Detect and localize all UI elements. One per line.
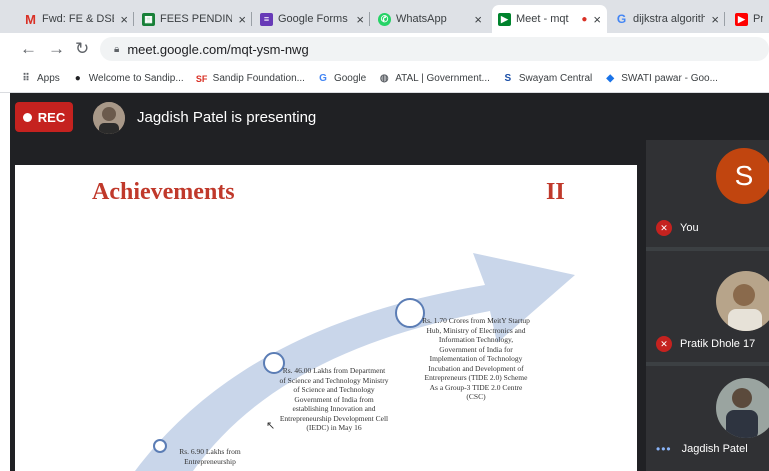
url-text: meet.google.com/mqt-ysm-nwg bbox=[127, 41, 309, 57]
back-icon[interactable]: ← bbox=[20, 39, 37, 59]
left-edge-window bbox=[0, 93, 10, 471]
tab-title: Google Forms bbox=[278, 13, 348, 25]
achievement-item: Rs. 6.90 Lakhs from Entrepreneurship bbox=[179, 447, 241, 466]
tab-title: FEES PENDING bbox=[160, 13, 233, 25]
participant-name: ✕ Pratik Dhole 17 bbox=[656, 336, 755, 352]
bookmarks-bar: ⠿ Apps ● Welcome to Sandip... SF Sandip … bbox=[0, 65, 769, 93]
close-icon[interactable]: × bbox=[356, 12, 364, 27]
reload-icon[interactable]: ↻ bbox=[75, 39, 89, 59]
close-icon[interactable]: × bbox=[593, 12, 601, 27]
bookmark-sandip-foundation[interactable]: SF Sandip Foundation... bbox=[196, 73, 305, 85]
participant-tile-you[interactable]: S ✕ You bbox=[646, 140, 769, 247]
bookmark-apps[interactable]: ⠿ Apps bbox=[20, 73, 59, 85]
avatar bbox=[716, 378, 769, 438]
tab-title: WhatsApp bbox=[396, 13, 447, 25]
slide-title: Achievements bbox=[92, 179, 235, 205]
presentation-slide: Achievements II Rs. 1.70 Crores from Mei… bbox=[15, 165, 637, 471]
participant-name: ✕ You bbox=[656, 220, 699, 236]
avatar bbox=[716, 271, 769, 331]
google-icon: G bbox=[319, 73, 327, 84]
record-dot-icon bbox=[22, 112, 32, 122]
swayam-icon: S bbox=[504, 73, 512, 84]
apps-grid-icon: ⠿ bbox=[22, 73, 30, 84]
close-icon[interactable]: × bbox=[238, 12, 246, 27]
tab-whatsapp[interactable]: ✆ WhatsApp × bbox=[372, 5, 488, 33]
browser-chrome: M Fwd: FE & DSE × ▦ FEES PENDING × ≡ Goo… bbox=[0, 0, 769, 93]
tab-forms[interactable]: ≡ Google Forms × bbox=[254, 5, 370, 33]
avatar bbox=[93, 102, 125, 134]
atal-icon: ◍ bbox=[379, 73, 389, 84]
tab-meet[interactable]: ▶ Meet - mqt ● × bbox=[492, 5, 607, 33]
close-icon[interactable]: × bbox=[711, 12, 719, 27]
gmail-icon: M bbox=[25, 11, 36, 27]
more-dots-icon: ••• bbox=[656, 442, 672, 456]
youtube-icon: ▶ bbox=[735, 12, 748, 26]
tab-fees[interactable]: ▦ FEES PENDING × bbox=[136, 5, 252, 33]
close-icon[interactable]: × bbox=[120, 12, 128, 27]
achievement-item: Rs. 46.00 Lakhs from Department of Scien… bbox=[279, 366, 389, 432]
meet-window: REC Jagdish Patel is presenting Achievem… bbox=[10, 93, 769, 471]
tab-title: Fwd: FE & DSE bbox=[42, 13, 115, 25]
forms-icon: ≡ bbox=[260, 12, 273, 26]
achievement-item: Rs. 1.70 Crores from MeitY Startup Hub, … bbox=[422, 316, 530, 401]
tab-title: Meet - mqt bbox=[516, 13, 569, 25]
milestone-circle bbox=[153, 439, 167, 453]
participant-tile-pratik[interactable]: ✕ Pratik Dhole 17 bbox=[646, 251, 769, 362]
close-icon[interactable]: × bbox=[474, 12, 482, 27]
recording-badge: REC bbox=[15, 102, 73, 132]
participant-name: ••• Jagdish Patel bbox=[656, 442, 748, 456]
google-icon: G bbox=[616, 12, 627, 26]
tab-strip: M Fwd: FE & DSE × ▦ FEES PENDING × ≡ Goo… bbox=[0, 0, 769, 33]
meet-icon: ▶ bbox=[498, 12, 511, 26]
participant-tile-jagdish[interactable]: ••• Jagdish Patel bbox=[646, 366, 769, 471]
forward-icon[interactable]: → bbox=[48, 39, 65, 59]
tab-title: dijkstra algorithm bbox=[633, 13, 706, 25]
bookmark-google[interactable]: G Google bbox=[317, 73, 366, 85]
bookmark-swati[interactable]: ◆ SWATI pawar - Goo... bbox=[604, 73, 718, 85]
avatar: S bbox=[716, 148, 769, 204]
slide-number: II bbox=[546, 179, 565, 205]
toolbar: ← → ↻ 🔒︎ meet.google.com/mqt-ysm-nwg bbox=[0, 33, 769, 65]
presenter-label: Jagdish Patel is presenting bbox=[137, 109, 317, 126]
address-bar[interactable]: 🔒︎ meet.google.com/mqt-ysm-nwg bbox=[100, 37, 769, 61]
mic-off-icon: ✕ bbox=[656, 336, 672, 352]
lock-icon: 🔒︎ bbox=[114, 43, 120, 55]
tab-youtube[interactable]: ▶ Pr bbox=[729, 5, 769, 33]
mic-off-icon: ✕ bbox=[656, 220, 672, 236]
bookmark-atal[interactable]: ◍ ATAL | Government... bbox=[378, 73, 490, 85]
tab-dijkstra[interactable]: G dijkstra algorithm × bbox=[609, 5, 725, 33]
tab-title: Pr bbox=[753, 13, 763, 25]
bookmark-swayam[interactable]: S Swayam Central bbox=[502, 73, 593, 85]
participants-panel: S ✕ You ✕ Pratik Dhole 17 ••• Jagdish Pa… bbox=[646, 140, 769, 471]
sf-icon: SF bbox=[195, 73, 208, 84]
github-icon: ● bbox=[74, 73, 81, 84]
diamond-icon: ◆ bbox=[606, 73, 615, 84]
whatsapp-icon: ✆ bbox=[378, 12, 391, 26]
bookmark-sandip[interactable]: ● Welcome to Sandip... bbox=[72, 73, 184, 85]
sheets-icon: ▦ bbox=[142, 12, 155, 26]
recording-dot-icon: ● bbox=[581, 13, 588, 25]
cursor-icon: ↖ bbox=[266, 420, 276, 432]
tab-gmail[interactable]: M Fwd: FE & DSE × bbox=[18, 5, 134, 33]
rec-label: REC bbox=[37, 109, 66, 125]
